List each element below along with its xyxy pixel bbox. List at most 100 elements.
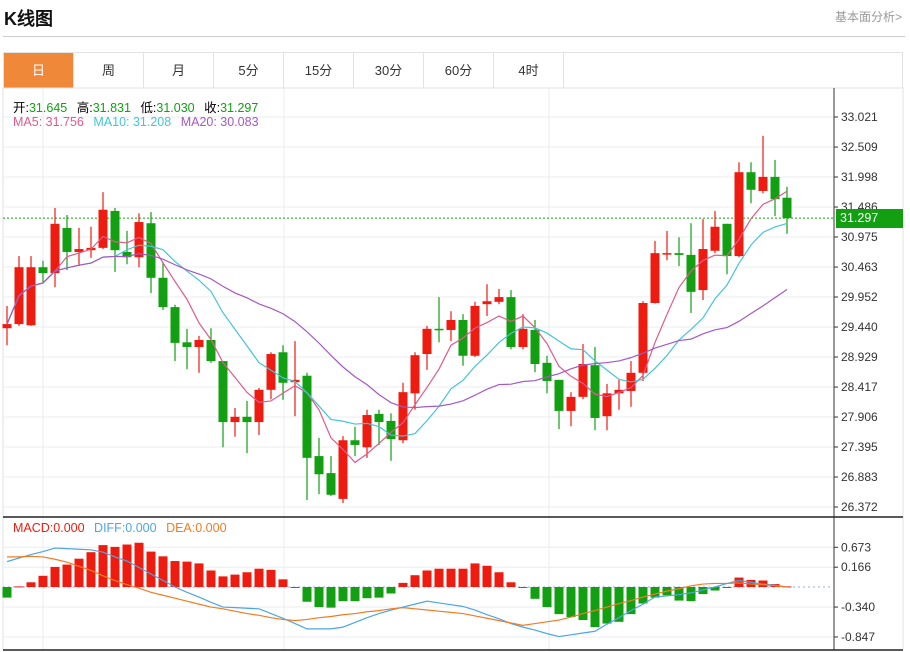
candle-up <box>482 301 492 305</box>
macd-bar <box>482 565 492 587</box>
macd-bar <box>602 587 612 624</box>
candle-down <box>782 197 792 219</box>
candle-up <box>638 302 648 373</box>
y-tick-label: 29.952 <box>841 290 878 304</box>
ma20-line <box>6 253 788 409</box>
high-label: 高: <box>76 101 93 115</box>
candle-down <box>110 210 120 251</box>
candle-down <box>434 328 444 331</box>
candle-up <box>2 324 12 329</box>
candle-up <box>362 415 372 448</box>
macd-bar <box>362 587 372 599</box>
ma20-value: MA20: 30.083 <box>180 115 259 129</box>
macd-bar <box>338 587 348 602</box>
macd-bar <box>494 572 504 587</box>
macd-bar <box>398 582 408 587</box>
macd-bar <box>326 587 336 608</box>
candle-down <box>350 440 360 445</box>
macd-bar <box>50 566 60 587</box>
candle-down <box>182 342 192 347</box>
high-value: 31.831 <box>92 101 131 115</box>
ma-legend: MA5: 31.756 MA10: 31.208 MA20: 30.083 <box>13 115 265 129</box>
macd-bar <box>134 542 144 587</box>
macd-bar <box>26 582 36 587</box>
macd-bar <box>518 587 528 588</box>
macd-bar <box>2 587 12 598</box>
y-tick-label: 28.417 <box>841 380 878 394</box>
y-tick-label: 28.929 <box>841 350 878 364</box>
macd-bar <box>722 587 732 588</box>
candle-up <box>230 416 240 423</box>
y-tick-label: 26.883 <box>841 470 878 484</box>
macd-bar <box>566 587 576 618</box>
candle-down <box>746 172 756 190</box>
candle-down <box>530 329 540 364</box>
macd-tick-label: 0.673 <box>841 540 871 554</box>
candle-up <box>662 253 672 255</box>
macd-bar <box>38 575 48 587</box>
y-tick-label: 29.440 <box>841 320 878 334</box>
candle-up <box>566 396 576 411</box>
candle-up <box>254 389 264 423</box>
candle-down <box>314 456 324 475</box>
candle-up <box>410 355 420 394</box>
candle-down <box>158 277 168 308</box>
y-tick-label: 33.021 <box>841 110 878 124</box>
macd-bar <box>266 569 276 587</box>
candle-down <box>674 253 684 255</box>
macd-bar <box>434 568 444 587</box>
y-tick-label: 27.395 <box>841 440 878 454</box>
y-tick-label: 27.906 <box>841 410 878 424</box>
macd-value: MACD:0.000 <box>13 521 85 535</box>
candle-down <box>302 375 312 458</box>
macd-legend: MACD:0.000 DIFF:0.000 DEA:0.000 <box>13 521 233 535</box>
open-value: 31.645 <box>28 101 68 115</box>
candle-down <box>38 267 48 274</box>
candle-down <box>146 223 156 278</box>
candle-up <box>446 320 456 330</box>
macd-bar <box>458 568 468 587</box>
candle-down <box>218 361 228 423</box>
macd-bar <box>146 551 156 587</box>
candle-down <box>242 416 252 423</box>
macd-bar <box>422 570 432 587</box>
y-tick-label: 31.998 <box>841 170 878 184</box>
macd-bar <box>218 576 228 587</box>
ma10-value: MA10: 31.208 <box>93 115 172 129</box>
candle-down <box>770 176 780 200</box>
open-label: 开: <box>13 101 29 115</box>
macd-bar <box>542 587 552 608</box>
y-tick-label: 30.463 <box>841 260 878 274</box>
macd-bar <box>374 587 384 598</box>
candle-up <box>50 223 60 274</box>
macd-bar <box>650 587 660 598</box>
candle-up <box>194 339 204 347</box>
macd-bar <box>686 587 696 602</box>
candle-up <box>494 297 504 302</box>
low-label: 低: <box>140 101 157 115</box>
macd-bar <box>554 587 564 615</box>
macd-bar <box>242 572 252 587</box>
candle-up <box>578 363 588 397</box>
close-label: 收: <box>204 101 221 115</box>
macd-bar <box>530 587 540 599</box>
candle-up <box>518 328 528 347</box>
macd-bar <box>14 586 24 588</box>
y-tick-label: 30.975 <box>841 230 878 244</box>
candle-up <box>422 328 432 355</box>
candle-down <box>374 413 384 423</box>
y-tick-label: 32.509 <box>841 140 878 154</box>
candle-up <box>98 209 108 248</box>
macd-bar <box>470 563 480 587</box>
candle-down <box>686 254 696 292</box>
macd-bar <box>446 568 456 587</box>
macd-bar <box>74 558 84 587</box>
macd-bar <box>194 563 204 587</box>
candle-up <box>710 226 720 251</box>
candle-up <box>398 392 408 441</box>
macd-bar <box>122 544 132 587</box>
macd-bar <box>62 564 72 587</box>
low-value: 31.030 <box>156 101 195 115</box>
candle-down <box>326 473 336 495</box>
candle-up <box>758 176 768 191</box>
